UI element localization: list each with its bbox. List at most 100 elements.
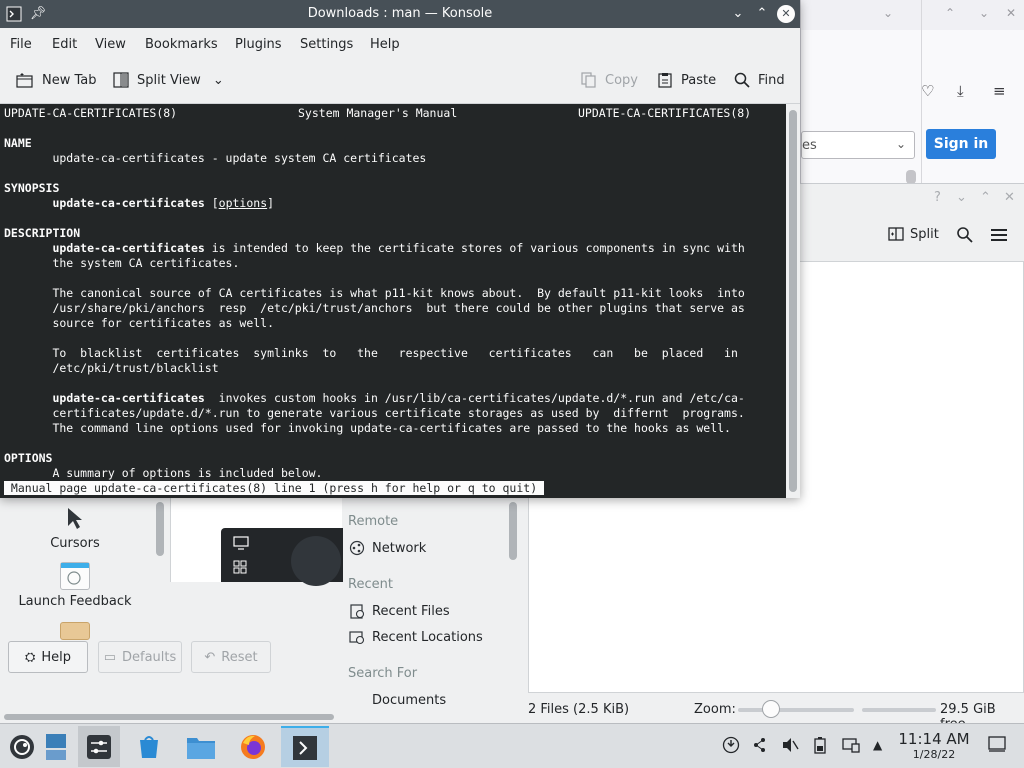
download-icon[interactable]: ⤓ <box>957 82 964 100</box>
tray-expand-icon[interactable]: ▲ <box>873 738 882 752</box>
minimize-icon[interactable]: ⌄ <box>728 4 748 24</box>
split-view-button[interactable]: Split View ⌄ <box>113 72 224 88</box>
new-tab-button[interactable]: New Tab <box>16 72 97 88</box>
places-item-documents[interactable]: Documents <box>348 692 446 708</box>
menu-bookmarks[interactable]: Bookmarks <box>145 37 218 52</box>
reset-icon: ↶ <box>204 649 216 665</box>
places-panel: Remote Network Recent Recent Files Recen… <box>342 502 518 724</box>
close-icon[interactable]: ✕ <box>1004 190 1015 205</box>
name-text: update-ca-certificates - update system C… <box>4 151 427 165</box>
new-tab-icon <box>16 73 33 88</box>
places-item-recent-files[interactable]: Recent Files <box>348 603 450 619</box>
find-button[interactable]: Find <box>734 72 785 88</box>
sidebar-item-cursors[interactable]: Cursors <box>0 504 150 551</box>
menu-plugins[interactable]: Plugins <box>235 37 282 52</box>
browser-toolbar: ♡ ⤓ ≡ <box>921 72 1024 112</box>
menu-view[interactable]: View <box>95 37 126 52</box>
paste-button[interactable]: Paste <box>657 72 716 88</box>
places-item-label: Recent Files <box>372 603 450 619</box>
language-select[interactable]: es ⌄ <box>801 131 915 159</box>
menu-settings[interactable]: Settings <box>300 37 353 52</box>
minimize-icon[interactable]: ⌄ <box>979 6 989 20</box>
sidebar-item-launch-feedback[interactable]: Launch Feedback <box>0 562 150 609</box>
network-icon <box>348 540 366 556</box>
battery-icon[interactable] <box>814 736 826 758</box>
help-icon[interactable]: ? <box>934 190 941 205</box>
show-desktop-icon[interactable] <box>988 736 1006 756</box>
help-button[interactable]: ⛭ Help <box>8 641 88 673</box>
search-icon[interactable] <box>956 226 974 244</box>
menu-help[interactable]: Help <box>370 37 400 52</box>
places-scrollbar[interactable] <box>509 502 517 560</box>
close-icon[interactable]: ✕ <box>777 5 795 23</box>
close-icon[interactable]: ✕ <box>1006 6 1016 20</box>
chevron-down-icon[interactable]: ⌄ <box>883 6 893 20</box>
task-konsole[interactable] <box>281 726 329 767</box>
split-button[interactable]: Split <box>888 226 939 242</box>
sign-in-button[interactable]: Sign in <box>926 129 996 159</box>
settings-horizontal-scrollbar[interactable] <box>4 714 334 720</box>
menu-edit[interactable]: Edit <box>52 37 77 52</box>
dolphin-toolbar: Split <box>882 224 1024 248</box>
chevron-up-icon[interactable]: ⌃ <box>945 6 955 20</box>
updates-icon[interactable] <box>722 736 740 758</box>
reset-button-label: Reset <box>221 649 258 665</box>
zoom-slider-handle[interactable] <box>762 700 780 718</box>
sidebar-item-label: Launch Feedback <box>18 594 132 609</box>
pocket-icon[interactable]: ♡ <box>921 82 934 100</box>
reset-button[interactable]: ↶ Reset <box>191 641 271 673</box>
section-heading-description: DESCRIPTION <box>4 226 81 240</box>
application-launcher[interactable] <box>2 726 42 767</box>
konsole-toolbar: New Tab Split View ⌄ Copy Paste Find <box>0 60 800 104</box>
folder-icon <box>187 737 215 759</box>
menu-file[interactable]: File <box>10 37 32 52</box>
terminal-scrollbar[interactable] <box>786 104 800 498</box>
places-item-label: Documents <box>372 692 447 708</box>
free-space-bar <box>862 708 936 712</box>
terminal-output[interactable]: UPDATE-CA-CERTIFICATES(8) System Manager… <box>0 104 786 498</box>
menubar: File Edit View Bookmarks Plugins Setting… <box>0 28 800 60</box>
volume-muted-icon[interactable] <box>781 736 799 758</box>
konsole-window: 📌︎ Downloads : man — Konsole ⌄ ⌃ ✕ File … <box>0 0 800 498</box>
copy-label: Copy <box>605 72 638 88</box>
grid-icon <box>233 560 247 574</box>
sidebar-scrollbar[interactable] <box>156 502 164 556</box>
pager-status-line: Manual page update-ca-certificates(8) li… <box>4 481 545 495</box>
task-firefox[interactable] <box>232 726 274 767</box>
help-icon: ⛭ <box>24 649 36 665</box>
terminal-scrollbar-thumb[interactable] <box>789 110 797 492</box>
network-wired-icon[interactable] <box>842 736 860 758</box>
browser-scrollbar[interactable] <box>906 170 916 184</box>
copy-button[interactable]: Copy <box>581 72 638 88</box>
firefox-icon <box>241 734 265 759</box>
show-desktop-pager[interactable] <box>40 726 72 767</box>
places-header-search-for: Search For <box>348 666 418 681</box>
digital-clock[interactable]: 11:14 AM 1/28/22 <box>896 730 972 761</box>
pager-icon <box>46 733 66 760</box>
menu-icon[interactable]: ≡ <box>993 82 1006 100</box>
maximize-icon[interactable]: ⌃ <box>980 190 991 205</box>
places-item-recent-locations[interactable]: Recent Locations <box>348 629 483 645</box>
minimize-icon[interactable]: ⌄ <box>956 190 967 205</box>
places-item-network[interactable]: Network <box>348 540 426 556</box>
synopsis-text: update-ca-certificates [options] <box>52 196 275 210</box>
system-settings-window: Cursors Launch Feedback ⛭ Help ▭ Default… <box>0 498 343 723</box>
copy-icon <box>581 72 596 88</box>
maximize-icon[interactable]: ⌃ <box>752 4 772 24</box>
section-heading-name: NAME <box>4 136 32 150</box>
dolphin-statusbar: 2 Files (2.5 KiB) Zoom: 29.5 GiB free <box>528 697 1024 732</box>
task-system-settings[interactable] <box>78 726 120 767</box>
zoom-slider[interactable] <box>738 708 854 712</box>
chevron-down-icon: ⌄ <box>212 72 224 88</box>
places-header-remote: Remote <box>348 514 399 529</box>
system-settings-icon <box>87 734 111 759</box>
taskbar: ▲ 11:14 AM 1/28/22 <box>0 723 1024 768</box>
description-line: To blacklist certificates symlinks to th… <box>4 346 738 360</box>
konsole-titlebar[interactable]: 📌︎ Downloads : man — Konsole ⌄ ⌃ ✕ <box>0 0 800 28</box>
hamburger-menu-icon[interactable] <box>990 227 1008 243</box>
kdeconnect-icon[interactable] <box>751 736 769 758</box>
window-title: Downloads : man — Konsole <box>307 6 493 21</box>
defaults-button[interactable]: ▭ Defaults <box>98 641 182 673</box>
task-dolphin[interactable] <box>180 726 222 767</box>
task-discover[interactable] <box>128 726 170 767</box>
